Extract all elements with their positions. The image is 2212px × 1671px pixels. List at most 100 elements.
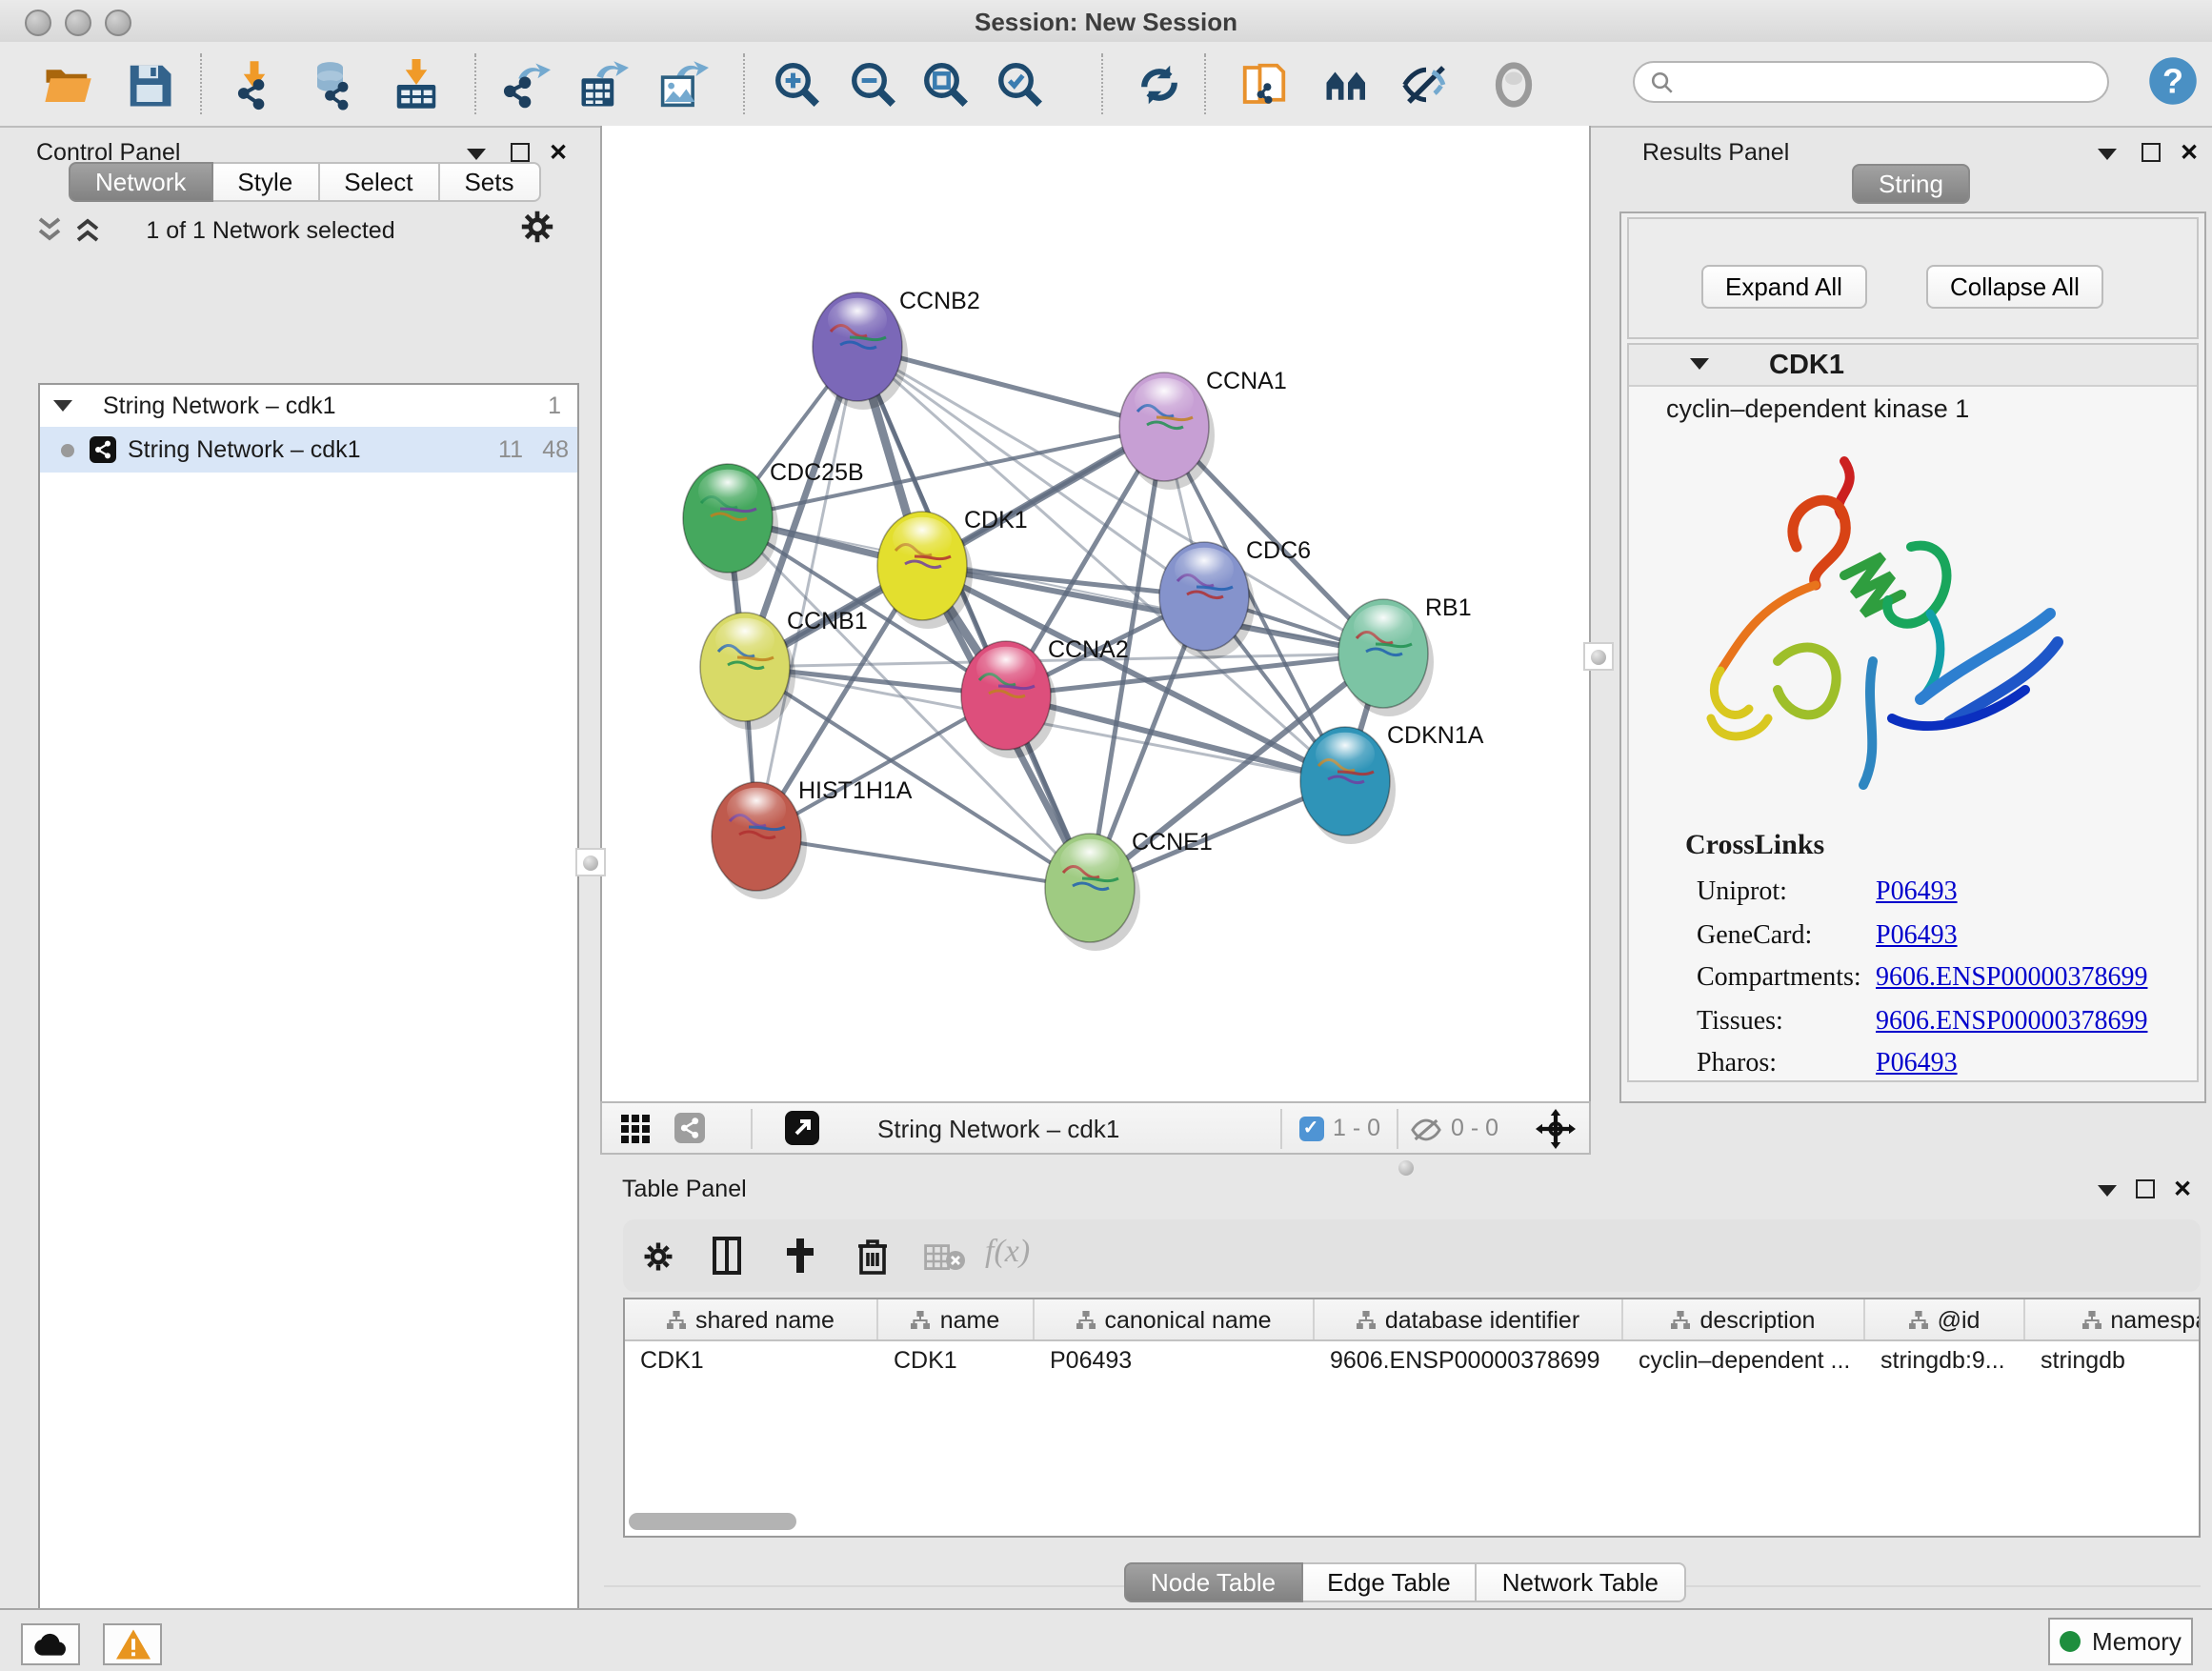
import-network-database-button[interactable] [309,59,360,111]
search-field[interactable] [1633,61,2109,103]
function-builder-icon: f(x) [985,1233,1030,1271]
network-view-canvas[interactable]: CCNB2CCNA1CDC25BCDK1CDC6RB1CCNB1CCNA2CDK… [599,126,1590,1100]
table-cell[interactable]: stringdb:9... [1865,1341,2025,1379]
expand-all-button[interactable]: Expand All [1700,265,1867,309]
column-header-namespace[interactable]: namespace [2025,1299,2201,1339]
tab-string[interactable]: String [1852,164,1970,204]
table-cell[interactable]: P06493 [1035,1341,1315,1379]
export-image-button[interactable] [657,59,709,111]
trash-icon[interactable] [857,1237,888,1275]
open-session-button[interactable] [42,59,93,111]
panel-float-icon[interactable] [2135,1179,2154,1198]
tab-network-table[interactable]: Network Table [1478,1562,1685,1602]
help-button[interactable]: ? [2147,55,2199,107]
network-graph[interactable]: CCNB2CCNA1CDC25BCDK1CDC6RB1CCNB1CCNA2CDK… [601,126,1588,1096]
network-row-selected[interactable]: String Network – cdk1 11 48 [40,427,576,473]
toolbar-separator [474,53,476,114]
warning-status-button[interactable] [103,1623,162,1665]
tree-expander-icon[interactable] [53,400,72,412]
tab-style[interactable]: Style [212,162,319,202]
horizontal-scrollbar[interactable] [629,1513,796,1530]
crosslink-label: Tissues: [1697,1007,1783,1037]
column-type-icon [1672,1310,1691,1329]
panel-close-icon[interactable]: ✕ [549,143,568,162]
tab-sets[interactable]: Sets [439,162,540,202]
control-panel-tabs: NetworkStyleSelectSets [69,162,541,202]
panel-float-icon[interactable] [511,143,530,162]
section-expander-icon[interactable] [1689,358,1708,370]
export-table-button[interactable] [577,59,629,111]
selected-checkbox-icon[interactable]: ✓ [1298,1116,1323,1140]
save-session-button[interactable] [124,59,175,111]
panel-close-icon[interactable]: ✕ [2180,143,2199,162]
gear-icon[interactable] [642,1240,674,1273]
node-CCNE1[interactable]: CCNE1 [1044,829,1212,951]
panel-float-icon[interactable] [2142,143,2161,162]
crosslink-link[interactable]: 9606.ENSP00000378699 [1876,1007,2147,1037]
import-network-file-button[interactable] [229,59,280,111]
left-splitter-handle[interactable] [575,848,606,876]
crosslink-label: Compartments: [1697,964,1861,995]
table-cell[interactable]: 9606.ENSP00000378699 [1315,1341,1623,1379]
tab-select[interactable]: Select [319,162,439,202]
export-network-button[interactable] [499,59,551,111]
table-cell[interactable]: cyclin–dependent ... [1623,1341,1865,1379]
column-header-shared-name[interactable]: shared name [625,1299,878,1339]
edge-CCNA2-CDKN1A[interactable] [1005,695,1344,781]
import-table-file-button[interactable] [391,59,442,111]
zoom-selected-button[interactable] [995,59,1046,111]
tab-node-table[interactable]: Node Table [1124,1562,1302,1602]
show-all-button[interactable] [1488,59,1539,111]
hide-selected-button[interactable] [1400,59,1452,111]
tab-network[interactable]: Network [69,162,212,202]
tab-edge-table[interactable]: Edge Table [1302,1562,1478,1602]
grid-view-icon[interactable] [620,1114,649,1142]
column-header-id[interactable]: @id [1865,1299,2025,1339]
zoom-fit-button[interactable] [920,59,972,111]
show-columns-icon[interactable] [713,1237,741,1275]
crosslinks-list: Uniprot:P06493GeneCard:P06493Compartment… [1628,878,2196,1093]
column-header-database-identifier[interactable]: database identifier [1315,1299,1623,1339]
node-label-CCNA2: CCNA2 [1047,636,1128,663]
crosslink-link[interactable]: P06493 [1876,878,1958,909]
panel-menu-icon[interactable] [2098,149,2117,160]
first-neighbors-button[interactable] [1322,59,1374,111]
node-HIST1H1A[interactable]: HIST1H1A [711,777,912,899]
column-header-name[interactable]: name [878,1299,1035,1339]
node-CCNB1[interactable]: CCNB1 [699,608,867,730]
node-CDKN1A[interactable]: CDKN1A [1299,722,1483,844]
detach-view-icon[interactable] [784,1111,818,1145]
node-CCNA1[interactable]: CCNA1 [1118,368,1286,490]
crosslink-link[interactable]: P06493 [1876,921,1958,952]
gene-section-header[interactable]: CDK1 [1628,345,2196,387]
cloud-status-button[interactable] [21,1623,80,1665]
node-CCNA2[interactable]: CCNA2 [960,636,1128,758]
memory-button[interactable]: Memory [2048,1618,2193,1665]
add-icon[interactable] [783,1237,817,1275]
table-cell[interactable]: stringdb [2025,1341,2201,1379]
table-cell[interactable]: CDK1 [625,1341,878,1379]
panel-close-icon[interactable]: ✕ [2173,1179,2192,1198]
column-header-canonical-name[interactable]: canonical name [1035,1299,1315,1339]
zoom-in-button[interactable] [772,59,823,111]
column-header-description[interactable]: description [1623,1299,1865,1339]
crosslink-link[interactable]: P06493 [1876,1050,1958,1080]
panel-menu-icon[interactable] [467,149,486,160]
network-share-toggle-icon[interactable] [674,1112,704,1142]
string-results-container: Expand All Collapse All CDK1 cyclin–depe… [1619,211,2206,1103]
table-cell[interactable]: CDK1 [878,1341,1035,1379]
new-network-from-selection-button[interactable] [1238,59,1290,111]
table-row[interactable]: CDK1CDK1P064939606.ENSP00000378699cyclin… [625,1341,2199,1379]
apply-layout-button[interactable] [1134,59,1185,111]
export-network-icon [499,59,551,111]
search-input[interactable] [1684,67,2092,97]
node-RB1[interactable]: RB1 [1337,594,1471,716]
gear-icon[interactable] [520,210,554,244]
crosslink-link[interactable]: 9606.ENSP00000378699 [1876,964,2147,995]
pan-crosshair-icon[interactable] [1535,1109,1575,1149]
zoom-out-button[interactable] [848,59,899,111]
panel-menu-icon[interactable] [2097,1185,2116,1197]
collapse-all-button[interactable]: Collapse All [1925,265,2104,309]
network-collection-row[interactable]: String Network – cdk1 1 [40,385,576,427]
node-CCNB2[interactable]: CCNB2 [812,288,979,410]
